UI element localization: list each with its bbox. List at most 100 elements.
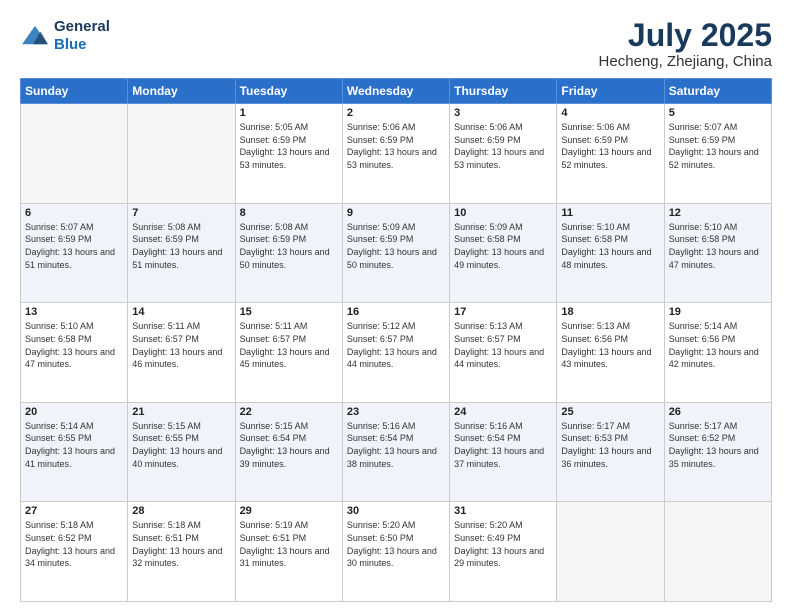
header: General Blue July 2025 Hecheng, Zhejiang… <box>20 18 772 70</box>
day-number: 11 <box>561 207 659 219</box>
table-row: 28 Sunrise: 5:18 AMSunset: 6:51 PMDayligh… <box>128 502 235 602</box>
day-info: Sunrise: 5:08 AMSunset: 6:59 PMDaylight:… <box>132 221 230 271</box>
day-number: 20 <box>25 406 123 418</box>
day-number: 24 <box>454 406 552 418</box>
calendar-week-row: 1 Sunrise: 5:05 AMSunset: 6:59 PMDaylight… <box>21 104 772 204</box>
table-row: 2 Sunrise: 5:06 AMSunset: 6:59 PMDaylight… <box>342 104 449 204</box>
day-info: Sunrise: 5:11 AMSunset: 6:57 PMDaylight:… <box>240 320 338 370</box>
day-info: Sunrise: 5:06 AMSunset: 6:59 PMDaylight:… <box>561 121 659 171</box>
day-info: Sunrise: 5:15 AMSunset: 6:54 PMDaylight:… <box>240 420 338 470</box>
day-number: 23 <box>347 406 445 418</box>
table-row: 30 Sunrise: 5:20 AMSunset: 6:50 PMDayligh… <box>342 502 449 602</box>
day-number: 5 <box>669 107 767 119</box>
table-row: 4 Sunrise: 5:06 AMSunset: 6:59 PMDaylight… <box>557 104 664 204</box>
day-number: 10 <box>454 207 552 219</box>
table-row: 22 Sunrise: 5:15 AMSunset: 6:54 PMDayligh… <box>235 402 342 502</box>
col-sunday: Sunday <box>21 79 128 104</box>
day-info: Sunrise: 5:09 AMSunset: 6:59 PMDaylight:… <box>347 221 445 271</box>
table-row: 6Sunrise: 5:07 AMSunset: 6:59 PMDaylight… <box>21 203 128 303</box>
day-info: Sunrise: 5:14 AMSunset: 6:55 PMDaylight:… <box>25 420 123 470</box>
table-row: 24 Sunrise: 5:16 AMSunset: 6:54 PMDayligh… <box>450 402 557 502</box>
day-info: Sunrise: 5:09 AMSunset: 6:58 PMDaylight:… <box>454 221 552 271</box>
calendar-week-row: 20 Sunrise: 5:14 AMSunset: 6:55 PMDayligh… <box>21 402 772 502</box>
table-row: 29 Sunrise: 5:19 AMSunset: 6:51 PMDayligh… <box>235 502 342 602</box>
table-row: 31 Sunrise: 5:20 AMSunset: 6:49 PMDayligh… <box>450 502 557 602</box>
table-row: 15 Sunrise: 5:11 AMSunset: 6:57 PMDayligh… <box>235 303 342 403</box>
table-row: 10 Sunrise: 5:09 AMSunset: 6:58 PMDayligh… <box>450 203 557 303</box>
table-row: 1 Sunrise: 5:05 AMSunset: 6:59 PMDaylight… <box>235 104 342 204</box>
calendar-week-row: 27Sunrise: 5:18 AMSunset: 6:52 PMDayligh… <box>21 502 772 602</box>
day-info: Sunrise: 5:16 AMSunset: 6:54 PMDaylight:… <box>454 420 552 470</box>
day-number: 29 <box>240 505 338 517</box>
day-info: Sunrise: 5:11 AMSunset: 6:57 PMDaylight:… <box>132 320 230 370</box>
day-number: 8 <box>240 207 338 219</box>
col-thursday: Thursday <box>450 79 557 104</box>
day-number: 25 <box>561 406 659 418</box>
table-row: 9Sunrise: 5:09 AMSunset: 6:59 PMDaylight… <box>342 203 449 303</box>
day-info: Sunrise: 5:16 AMSunset: 6:54 PMDaylight:… <box>347 420 445 470</box>
day-number: 21 <box>132 406 230 418</box>
day-number: 16 <box>347 306 445 318</box>
day-number: 15 <box>240 306 338 318</box>
col-friday: Friday <box>557 79 664 104</box>
page: General Blue July 2025 Hecheng, Zhejiang… <box>0 0 792 612</box>
main-title: July 2025 <box>599 18 772 53</box>
table-row: 13 Sunrise: 5:10 AMSunset: 6:58 PMDayligh… <box>21 303 128 403</box>
table-row <box>664 502 771 602</box>
table-row: 7 Sunrise: 5:08 AMSunset: 6:59 PMDaylight… <box>128 203 235 303</box>
logo: General Blue <box>20 18 110 54</box>
day-number: 12 <box>669 207 767 219</box>
calendar-week-row: 13 Sunrise: 5:10 AMSunset: 6:58 PMDayligh… <box>21 303 772 403</box>
day-number: 13 <box>25 306 123 318</box>
day-info: Sunrise: 5:05 AMSunset: 6:59 PMDaylight:… <box>240 121 338 171</box>
calendar-header-row: Sunday Monday Tuesday Wednesday Thursday… <box>21 79 772 104</box>
table-row: 14Sunrise: 5:11 AMSunset: 6:57 PMDayligh… <box>128 303 235 403</box>
day-info: Sunrise: 5:10 AMSunset: 6:58 PMDaylight:… <box>25 320 123 370</box>
day-number: 7 <box>132 207 230 219</box>
day-info: Sunrise: 5:06 AMSunset: 6:59 PMDaylight:… <box>347 121 445 171</box>
table-row: 16 Sunrise: 5:12 AMSunset: 6:57 PMDayligh… <box>342 303 449 403</box>
col-monday: Monday <box>128 79 235 104</box>
day-number: 17 <box>454 306 552 318</box>
sub-title: Hecheng, Zhejiang, China <box>599 53 772 70</box>
table-row: 18Sunrise: 5:13 AMSunset: 6:56 PMDayligh… <box>557 303 664 403</box>
day-info: Sunrise: 5:10 AMSunset: 6:58 PMDaylight:… <box>561 221 659 271</box>
table-row: 23 Sunrise: 5:16 AMSunset: 6:54 PMDayligh… <box>342 402 449 502</box>
day-info: Sunrise: 5:17 AMSunset: 6:53 PMDaylight:… <box>561 420 659 470</box>
table-row: 3Sunrise: 5:06 AMSunset: 6:59 PMDaylight… <box>450 104 557 204</box>
day-info: Sunrise: 5:19 AMSunset: 6:51 PMDaylight:… <box>240 519 338 569</box>
day-number: 28 <box>132 505 230 517</box>
calendar-week-row: 6Sunrise: 5:07 AMSunset: 6:59 PMDaylight… <box>21 203 772 303</box>
col-wednesday: Wednesday <box>342 79 449 104</box>
calendar-table: Sunday Monday Tuesday Wednesday Thursday… <box>20 78 772 602</box>
day-info: Sunrise: 5:18 AMSunset: 6:52 PMDaylight:… <box>25 519 123 569</box>
table-row <box>557 502 664 602</box>
day-info: Sunrise: 5:20 AMSunset: 6:49 PMDaylight:… <box>454 519 552 569</box>
day-info: Sunrise: 5:08 AMSunset: 6:59 PMDaylight:… <box>240 221 338 271</box>
day-info: Sunrise: 5:15 AMSunset: 6:55 PMDaylight:… <box>132 420 230 470</box>
day-number: 2 <box>347 107 445 119</box>
day-number: 22 <box>240 406 338 418</box>
day-number: 26 <box>669 406 767 418</box>
day-info: Sunrise: 5:07 AMSunset: 6:59 PMDaylight:… <box>25 221 123 271</box>
table-row: 25 Sunrise: 5:17 AMSunset: 6:53 PMDayligh… <box>557 402 664 502</box>
day-number: 18 <box>561 306 659 318</box>
table-row <box>128 104 235 204</box>
day-info: Sunrise: 5:17 AMSunset: 6:52 PMDaylight:… <box>669 420 767 470</box>
day-number: 1 <box>240 107 338 119</box>
day-info: Sunrise: 5:06 AMSunset: 6:59 PMDaylight:… <box>454 121 552 171</box>
day-number: 19 <box>669 306 767 318</box>
col-tuesday: Tuesday <box>235 79 342 104</box>
logo-icon <box>20 24 50 48</box>
day-info: Sunrise: 5:20 AMSunset: 6:50 PMDaylight:… <box>347 519 445 569</box>
day-number: 30 <box>347 505 445 517</box>
day-info: Sunrise: 5:18 AMSunset: 6:51 PMDaylight:… <box>132 519 230 569</box>
day-info: Sunrise: 5:07 AMSunset: 6:59 PMDaylight:… <box>669 121 767 171</box>
table-row: 5 Sunrise: 5:07 AMSunset: 6:59 PMDaylight… <box>664 104 771 204</box>
day-number: 31 <box>454 505 552 517</box>
table-row: 20 Sunrise: 5:14 AMSunset: 6:55 PMDayligh… <box>21 402 128 502</box>
table-row: 27Sunrise: 5:18 AMSunset: 6:52 PMDayligh… <box>21 502 128 602</box>
table-row: 21 Sunrise: 5:15 AMSunset: 6:55 PMDayligh… <box>128 402 235 502</box>
day-info: Sunrise: 5:12 AMSunset: 6:57 PMDaylight:… <box>347 320 445 370</box>
day-number: 4 <box>561 107 659 119</box>
